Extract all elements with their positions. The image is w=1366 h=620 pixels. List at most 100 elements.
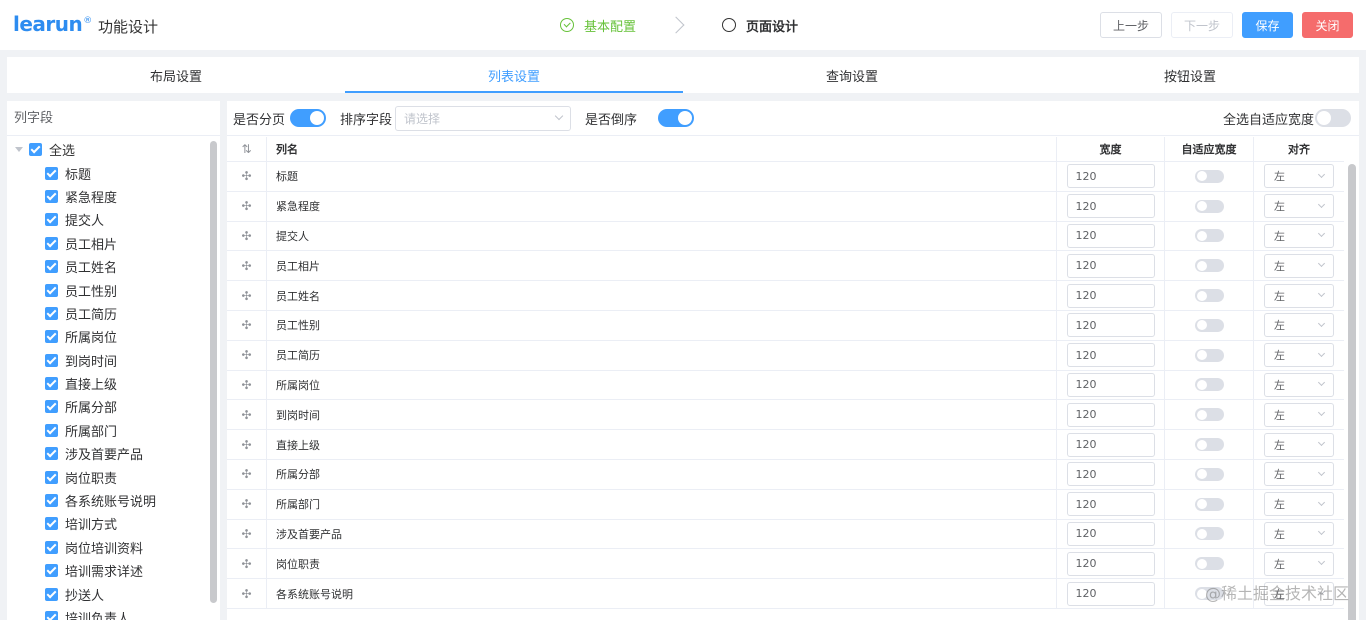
tree-item[interactable]: 紧急程度 — [7, 185, 220, 208]
align-select[interactable]: 左 — [1264, 402, 1334, 427]
checkbox-checked-icon[interactable] — [45, 330, 58, 344]
auto-width-switch[interactable] — [1194, 587, 1224, 601]
auto-width-switch[interactable] — [1194, 557, 1224, 571]
checkbox-checked-icon[interactable] — [45, 611, 58, 620]
auto-width-switch[interactable] — [1194, 318, 1224, 332]
align-select[interactable]: 左 — [1264, 283, 1334, 308]
tree-item[interactable]: 直接上级 — [7, 372, 220, 395]
checkbox-checked-icon[interactable] — [45, 494, 58, 508]
checkbox-checked-icon[interactable] — [45, 517, 58, 531]
auto-width-switch[interactable] — [1194, 229, 1224, 243]
checkbox-checked-icon[interactable] — [45, 260, 58, 274]
width-input[interactable]: 120 — [1066, 164, 1155, 189]
descending-switch[interactable] — [658, 109, 694, 127]
auto-width-switch[interactable] — [1194, 169, 1224, 183]
align-select[interactable]: 左 — [1264, 432, 1334, 457]
drag-handle-icon[interactable]: ✣ — [227, 221, 267, 251]
width-input[interactable]: 120 — [1066, 521, 1155, 546]
tab-button-settings[interactable]: 按钮设置 — [1021, 57, 1359, 93]
caret-down-icon[interactable] — [15, 147, 23, 153]
drag-handle-icon[interactable]: ✣ — [227, 489, 267, 519]
sort-field-select[interactable]: 请选择 — [395, 105, 571, 131]
checkbox-checked-icon[interactable] — [45, 400, 58, 414]
tree-item[interactable]: 员工姓名 — [7, 255, 220, 278]
checkbox-checked-icon[interactable] — [45, 564, 58, 578]
auto-width-switch[interactable] — [1194, 259, 1224, 273]
drag-handle-icon[interactable]: ✣ — [227, 519, 267, 549]
auto-width-switch[interactable] — [1194, 438, 1224, 452]
tree-item[interactable]: 所属岗位 — [7, 325, 220, 348]
checkbox-checked-icon[interactable] — [45, 236, 58, 250]
auto-width-switch[interactable] — [1194, 378, 1224, 392]
tree-item[interactable]: 到岗时间 — [7, 349, 220, 372]
width-input[interactable]: 120 — [1066, 581, 1155, 606]
tree-item[interactable]: 员工相片 — [7, 232, 220, 255]
checkbox-checked-icon[interactable] — [45, 166, 58, 180]
tab-list-settings[interactable]: 列表设置 — [345, 57, 683, 93]
drag-handle-icon[interactable]: ✣ — [227, 310, 267, 340]
width-input[interactable]: 120 — [1066, 551, 1155, 576]
tree-item[interactable]: 抄送人 — [7, 582, 220, 605]
paging-switch[interactable] — [290, 109, 326, 127]
width-input[interactable]: 120 — [1066, 343, 1155, 368]
width-input[interactable]: 120 — [1066, 283, 1155, 308]
width-input[interactable]: 120 — [1066, 432, 1155, 457]
checkbox-checked-icon[interactable] — [45, 306, 58, 320]
checkbox-checked-icon[interactable] — [45, 189, 58, 203]
auto-width-switch[interactable] — [1194, 289, 1224, 303]
tree-item[interactable]: 培训方式 — [7, 512, 220, 535]
scrollbar[interactable] — [1348, 164, 1356, 620]
checkbox-checked-icon[interactable] — [45, 353, 58, 367]
width-input[interactable]: 120 — [1066, 462, 1155, 487]
width-input[interactable]: 120 — [1066, 372, 1155, 397]
tree-item[interactable]: 所属分部 — [7, 395, 220, 418]
auto-width-switch[interactable] — [1194, 467, 1224, 481]
checkbox-checked-icon[interactable] — [45, 447, 58, 461]
align-select[interactable]: 左 — [1264, 343, 1334, 368]
tree-item[interactable]: 提交人 — [7, 208, 220, 231]
auto-width-switch[interactable] — [1194, 199, 1224, 213]
auto-width-switch[interactable] — [1194, 348, 1224, 362]
align-select[interactable]: 左 — [1264, 521, 1334, 546]
width-input[interactable]: 120 — [1066, 313, 1155, 338]
drag-handle-icon[interactable]: ✣ — [227, 340, 267, 370]
drag-handle-icon[interactable]: ✣ — [227, 459, 267, 489]
tree-item[interactable]: 岗位培训资料 — [7, 536, 220, 559]
drag-handle-icon[interactable]: ✣ — [227, 579, 267, 608]
drag-handle-icon[interactable]: ✣ — [227, 162, 267, 191]
step-page-design[interactable]: 页面设计 — [722, 16, 798, 35]
width-input[interactable]: 120 — [1066, 223, 1155, 248]
tab-layout-settings[interactable]: 布局设置 — [7, 57, 345, 93]
align-select[interactable]: 左 — [1264, 372, 1334, 397]
tree-item[interactable]: 所属部门 — [7, 419, 220, 442]
width-input[interactable]: 120 — [1066, 194, 1155, 219]
close-button[interactable]: 关闭 — [1302, 12, 1353, 38]
align-select[interactable]: 左 — [1264, 581, 1334, 606]
align-select[interactable]: 左 — [1264, 223, 1334, 248]
tree-item[interactable]: 员工简历 — [7, 302, 220, 325]
drag-handle-icon[interactable]: ✣ — [227, 281, 267, 310]
width-input[interactable]: 120 — [1066, 253, 1155, 278]
width-input[interactable]: 120 — [1066, 402, 1155, 427]
auto-width-all-switch[interactable] — [1315, 109, 1351, 127]
align-select[interactable]: 左 — [1264, 551, 1334, 576]
drag-handle-icon[interactable]: ✣ — [227, 549, 267, 579]
align-select[interactable]: 左 — [1264, 194, 1334, 219]
save-button[interactable]: 保存 — [1242, 12, 1293, 38]
align-select[interactable]: 左 — [1264, 462, 1334, 487]
tree-item[interactable]: 培训需求详述 — [7, 559, 220, 582]
checkbox-checked-icon[interactable] — [45, 540, 58, 554]
drag-handle-icon[interactable]: ✣ — [227, 370, 267, 400]
drag-handle-icon[interactable]: ✣ — [227, 191, 267, 221]
tree-select-all[interactable]: 全选 — [7, 138, 220, 161]
tree-item[interactable]: 员工性别 — [7, 278, 220, 301]
tree-item[interactable]: 培训负责人 — [7, 606, 220, 620]
tab-query-settings[interactable]: 查询设置 — [683, 57, 1021, 93]
prev-step-button[interactable]: 上一步 — [1100, 12, 1162, 38]
drag-handle-icon[interactable]: ✣ — [227, 430, 267, 459]
drag-handle-icon[interactable]: ✣ — [227, 400, 267, 430]
tree-item[interactable]: 各系统账号说明 — [7, 489, 220, 512]
auto-width-switch[interactable] — [1194, 497, 1224, 511]
checkbox-checked-icon[interactable] — [45, 283, 58, 297]
step-basic-config[interactable]: 基本配置 — [560, 16, 636, 35]
